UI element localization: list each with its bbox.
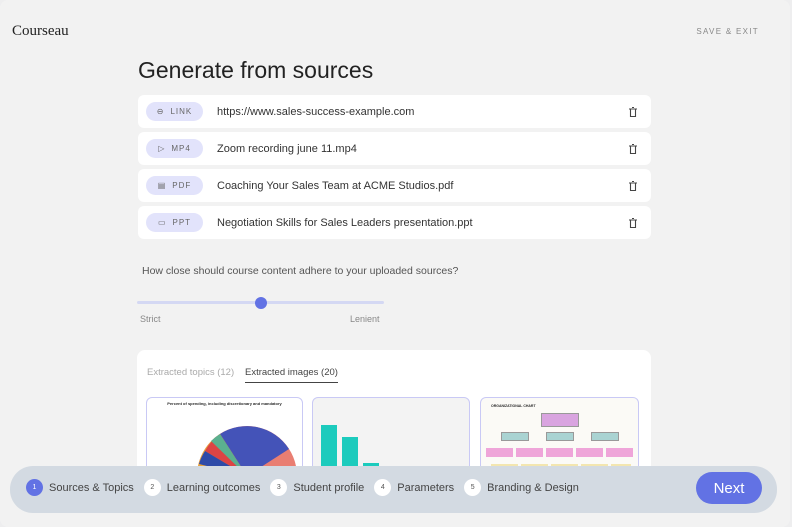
step-number: 1 xyxy=(26,479,43,496)
step-label: Branding & Design xyxy=(487,481,579,494)
org-node xyxy=(591,432,619,441)
save-exit-button[interactable]: SAVE & EXIT xyxy=(696,27,759,36)
step-number: 5 xyxy=(464,479,482,496)
thumbnail-title: ORGANIZATIONAL CHART xyxy=(491,404,536,408)
org-node xyxy=(501,432,529,441)
document-icon: ▤ xyxy=(157,181,167,190)
step-label: Sources & Topics xyxy=(49,481,134,494)
step-label: Student profile xyxy=(293,481,365,494)
trash-icon[interactable] xyxy=(627,180,639,192)
next-button[interactable]: Next xyxy=(696,472,762,504)
step-label: Learning outcomes xyxy=(166,481,261,494)
source-name: Negotiation Skills for Sales Leaders pre… xyxy=(217,216,473,229)
source-type-badge: ⊖ LINK xyxy=(146,102,203,121)
source-row: ⊖ LINK https://www.sales-success-example.… xyxy=(138,95,651,128)
step-parameters[interactable]: 4 Parameters xyxy=(374,479,454,496)
logo: Courseau xyxy=(12,23,69,39)
step-number: 3 xyxy=(270,479,288,496)
adherence-slider-thumb[interactable] xyxy=(255,297,267,309)
source-type-badge: ▤ PDF xyxy=(146,176,203,195)
trash-icon[interactable] xyxy=(627,106,639,118)
step-number: 4 xyxy=(374,479,392,496)
source-name: Zoom recording june 11.mp4 xyxy=(217,142,357,155)
source-row: ▤ PDF Coaching Your Sales Team at ACME St… xyxy=(138,169,651,202)
presentation-icon: ▭ xyxy=(157,218,167,227)
source-type-badge: ▷ MP4 xyxy=(146,139,203,158)
org-node xyxy=(546,432,574,441)
source-row: ▭ PPT Negotiation Skills for Sales Leader… xyxy=(138,206,651,239)
org-nodes xyxy=(486,448,634,457)
link-icon: ⊖ xyxy=(156,107,165,116)
app: Courseau SAVE & EXIT Generate from sourc… xyxy=(0,0,790,527)
step-number: 2 xyxy=(143,479,161,496)
stepper-bar: 1 Sources & Topics 2 Learning outcomes 3 St… xyxy=(10,466,777,513)
step-branding-design[interactable]: 5 Branding & Design xyxy=(464,479,579,496)
step-student-profile[interactable]: 3 Student profile xyxy=(270,479,364,496)
step-sources-topics[interactable]: 1 Sources & Topics xyxy=(26,479,134,496)
tab-extracted-images[interactable]: Extracted images (20) xyxy=(245,367,338,383)
org-node xyxy=(541,413,579,427)
adherence-question: How close should course content adhere t… xyxy=(142,265,459,277)
source-name: Coaching Your Sales Team at ACME Studios… xyxy=(217,179,454,192)
tab-extracted-topics[interactable]: Extracted topics (12) xyxy=(147,367,234,378)
source-row: ▷ MP4 Zoom recording june 11.mp4 xyxy=(138,132,651,165)
slider-max-label: Lenient xyxy=(350,314,380,324)
play-icon: ▷ xyxy=(158,144,166,153)
page-title: Generate from sources xyxy=(138,57,374,83)
trash-icon[interactable] xyxy=(627,143,639,155)
source-type-badge: ▭ PPT xyxy=(146,213,203,232)
source-name: https://www.sales-success-example.com xyxy=(217,105,415,118)
step-label: Parameters xyxy=(397,481,455,494)
trash-icon[interactable] xyxy=(627,217,639,229)
slider-min-label: Strict xyxy=(140,314,161,324)
step-learning-outcomes[interactable]: 2 Learning outcomes xyxy=(143,479,261,496)
